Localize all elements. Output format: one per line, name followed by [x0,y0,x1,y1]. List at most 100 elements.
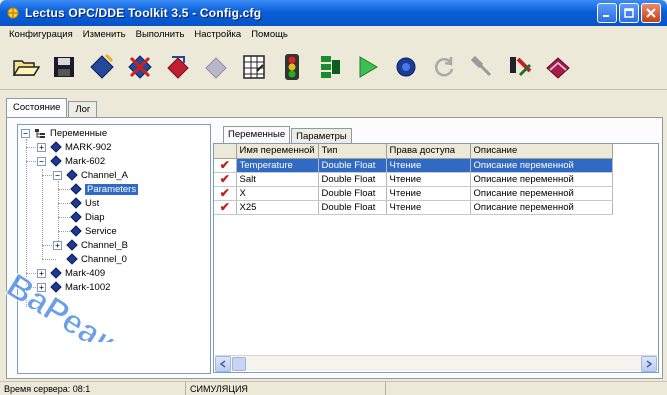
group-icon [70,211,82,223]
scroll-right-button[interactable] [641,356,657,372]
expand-icon[interactable]: + [37,142,46,152]
traffic-light-button[interactable] [278,52,306,82]
refresh-button[interactable] [430,52,458,82]
tree-item[interactable]: − Mark-602 [37,154,105,168]
tree-item[interactable]: Ust [70,196,99,210]
cell-type[interactable]: Double Float [318,158,387,173]
row-checkbox[interactable]: ✔ [214,200,237,215]
cell-type[interactable]: Double Float [318,200,387,215]
row-checkbox[interactable]: ✔ [214,158,237,173]
disabled-tag-button[interactable] [202,52,230,82]
menu-run[interactable]: Выполнить [131,26,190,44]
table-row[interactable]: ✔ Temperature Double Float Чтение Описан… [214,158,613,173]
channel-icon [66,169,78,181]
cell-description[interactable]: Описание переменной [470,158,613,173]
horizontal-scrollbar[interactable] [215,355,657,372]
column-header-type[interactable]: Тип [318,144,387,159]
table-button[interactable] [240,52,268,82]
tree-button[interactable] [316,52,344,82]
tree-item[interactable]: + Mark-1002 [37,280,110,294]
cell-access[interactable]: Чтение [386,158,471,173]
cell-name[interactable]: Salt [236,172,319,187]
tree-label: Service [85,225,117,237]
tree-root[interactable]: − Переменные [21,126,107,140]
tree-label: Channel_B [81,239,129,251]
column-header-name[interactable]: Имя переменной [236,144,319,159]
tab-parameters[interactable]: Параметры [291,128,352,144]
cell-type[interactable]: Double Float [318,186,387,201]
traffic-light-icon [285,53,299,80]
tab-log[interactable]: Лог [68,101,98,118]
scroll-thumb[interactable] [232,357,246,371]
cell-access[interactable]: Чтение [386,200,471,215]
open-button[interactable] [12,52,40,82]
expand-icon[interactable]: + [53,240,62,250]
scroll-left-button[interactable] [215,356,231,372]
check-icon: ✔ [219,186,230,200]
title-bar[interactable]: Lectus OPC/DDE Toolkit 3.5 - Config.cfg [0,0,667,26]
menu-edit[interactable]: Изменить [78,26,131,44]
row-checkbox[interactable]: ✔ [214,186,237,201]
run-button[interactable] [354,52,382,82]
move-tag-button[interactable] [164,52,192,82]
variables-grid[interactable]: Имя переменной Тип Права доступа Описани… [213,143,659,373]
cell-description[interactable]: Описание переменной [470,200,613,215]
column-header-access[interactable]: Права доступа [386,144,471,159]
tree-item[interactable]: Channel_0 [66,252,127,266]
red-tag-arrow-icon [167,55,189,79]
save-button[interactable] [50,52,78,82]
table-row[interactable]: ✔ X25 Double Float Чтение Описание перем… [214,200,613,215]
table-row[interactable]: ✔ X Double Float Чтение Описание перемен… [214,186,613,201]
collapse-icon[interactable]: − [53,170,62,180]
status-bar: Время сервера: 08:1 СИМУЛЯЦИЯ [0,381,667,395]
server-time: Время сервера: 08:1 [0,381,186,395]
row-checkbox[interactable]: ✔ [214,172,237,187]
menu-bar: Конфигурация Изменить Выполнить Настройк… [0,26,667,44]
tree-item[interactable]: + Channel_B [53,238,128,252]
tree-item[interactable]: − Channel_A [53,168,128,182]
cell-name[interactable]: Temperature [236,158,319,173]
cell-access[interactable]: Чтение [386,186,471,201]
expand-icon[interactable]: + [37,268,46,278]
cell-access[interactable]: Чтение [386,172,471,187]
close-button[interactable] [641,3,661,23]
tree-item[interactable]: Diap [70,210,105,224]
column-header-description[interactable]: Описание [470,144,613,159]
variables-tree[interactable]: − Переменные + MARK-902 − Mark-602 − Cha… [17,124,211,374]
cell-description[interactable]: Описание переменной [470,186,613,201]
minimize-button[interactable] [597,3,617,23]
tree-item[interactable]: + Mark-409 [37,266,105,280]
collapse-icon[interactable]: − [37,156,46,166]
tree-item[interactable]: + MARK-902 [37,140,111,154]
tab-status[interactable]: Состояние [6,98,68,118]
collapse-icon[interactable]: − [21,128,30,138]
tree-icon [321,55,340,78]
expand-icon[interactable]: + [37,282,46,292]
tree-item[interactable]: Parameters [70,182,139,196]
play-icon [359,55,378,78]
outer-tabs: Состояние Лог [6,98,98,118]
cell-name[interactable]: X25 [236,200,319,215]
tree-item[interactable]: Service [70,224,117,238]
status-empty [386,382,667,395]
menu-configuration[interactable]: Конфигурация [4,26,78,44]
cell-type[interactable]: Double Float [318,172,387,187]
open-folder-icon [12,59,40,76]
cell-name[interactable]: X [236,186,319,201]
menu-settings[interactable]: Настройка [189,26,246,44]
maximize-button[interactable] [619,3,639,23]
group-icon [70,197,82,209]
group-icon [70,183,82,195]
settings-button[interactable] [468,52,496,82]
cell-description[interactable]: Описание переменной [470,172,613,187]
delete-tag-button[interactable] [126,52,154,82]
tab-variables[interactable]: Переменные [223,126,291,144]
add-tag-button[interactable] [88,52,116,82]
tools-button[interactable] [506,52,534,82]
record-button[interactable] [392,52,420,82]
table-row[interactable]: ✔ Salt Double Float Чтение Описание пере… [214,172,613,187]
tree-label: Channel_0 [81,253,127,265]
maximize-icon [624,8,634,18]
menu-help[interactable]: Помощь [246,26,293,44]
help-book-button[interactable] [544,52,572,82]
